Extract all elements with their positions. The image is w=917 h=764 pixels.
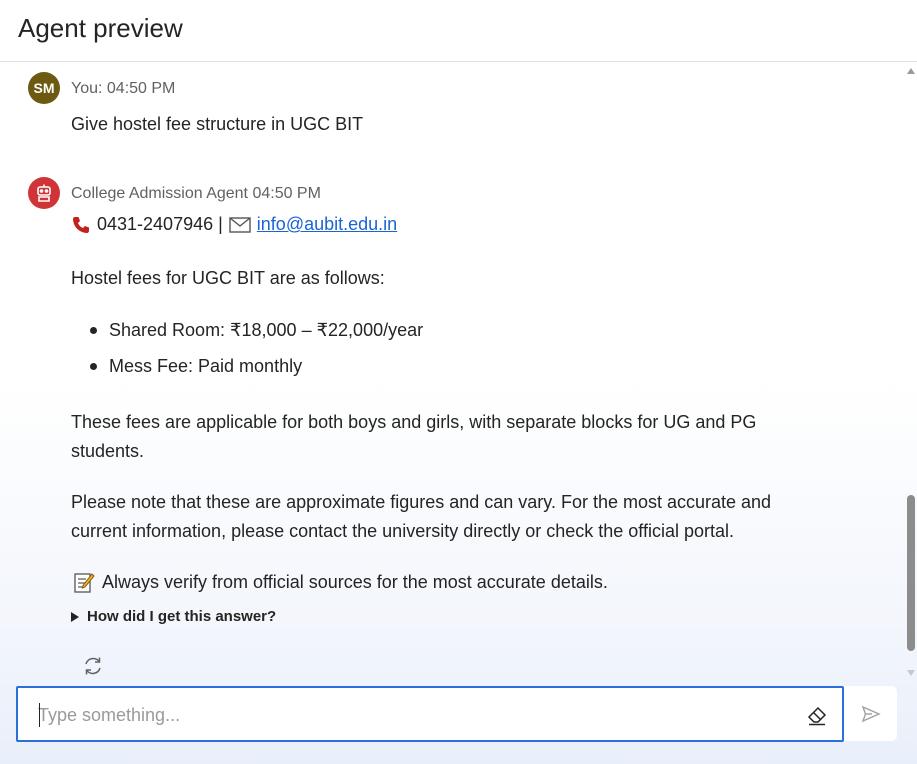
note-text: Always verify from official sources for … [102,572,608,592]
disclosure-triangle-icon [71,611,79,622]
agent-paragraph-1: These fees are applicable for both boys … [71,412,757,461]
phone-number: 0431-2407946 | [97,214,223,234]
user-message-meta: You: 04:50 PM [71,80,176,97]
send-icon [861,705,881,722]
agent-paragraph-2: Please note that these are approximate f… [71,492,772,541]
message-composer [16,686,844,742]
agent-intro-text: Hostel fees for UGC BIT are as follows: [71,268,385,288]
contact-line: 0431-2407946 | info@aubit.edu.in [71,214,397,235]
fee-list: Shared Room: ₹18,000 – ₹22,000/year Mess… [90,312,423,384]
send-button[interactable] [844,686,897,741]
phone-icon [73,216,89,233]
scroll-up-arrow[interactable] [907,68,915,74]
eraser-icon[interactable] [806,704,828,726]
refresh-icon[interactable] [82,655,104,677]
agent-avatar [28,177,60,209]
message-input[interactable] [38,701,798,729]
text-cursor [39,703,40,727]
header: Agent preview [0,0,917,62]
details-label: How did I get this answer? [87,608,277,625]
robot-icon [37,184,51,202]
page-title: Agent preview [18,13,183,43]
email-link[interactable]: info@aubit.edu.in [257,214,397,235]
mail-icon [229,216,251,233]
list-item: Shared Room: ₹18,000 – ₹22,000/year [90,312,423,348]
agent-message-meta: College Admission Agent 04:50 PM [71,185,321,202]
answer-details-toggle[interactable]: How did I get this answer? [71,608,276,625]
scrollbar-thumb[interactable] [907,495,915,651]
user-avatar: SM [28,72,60,104]
scroll-down-arrow[interactable] [907,670,915,676]
user-message-text: Give hostel fee structure in UGC BIT [71,114,364,134]
memo-icon [74,572,95,593]
agent-note: Always verify from official sources for … [72,568,608,597]
list-item: Mess Fee: Paid monthly [90,348,423,384]
